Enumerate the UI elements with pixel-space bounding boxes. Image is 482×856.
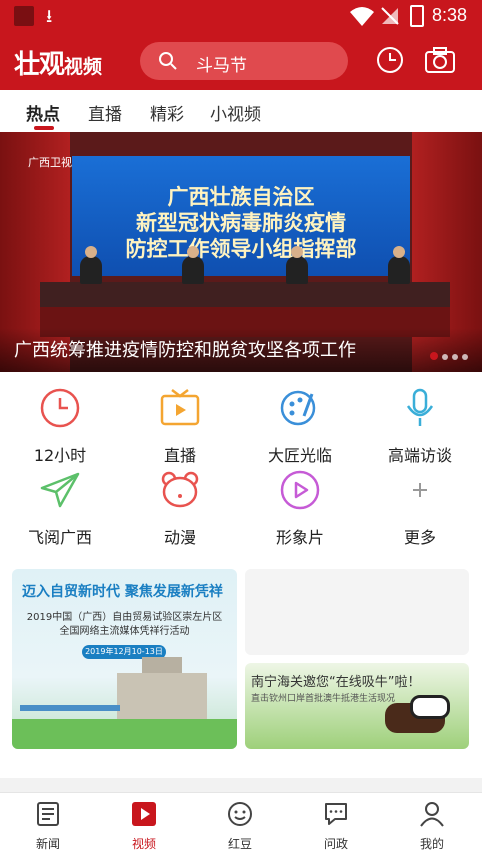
screen-line-3: 防控工作领导小组指挥部 xyxy=(125,237,357,261)
card-subline-2: 全国网络主流媒体凭祥行活动 xyxy=(59,626,190,637)
grid-item-master[interactable]: 大匠光临 xyxy=(240,386,360,466)
screen-line-2: 新型冠状病毒肺炎疫情 xyxy=(136,211,346,235)
cow-illustration xyxy=(410,695,450,719)
category-tabs: 热点 直播 精彩 小视频 xyxy=(0,90,482,132)
carousel-dots xyxy=(426,345,468,364)
nav-label: 红豆 xyxy=(227,837,252,851)
grid-item-more[interactable]: 更多 xyxy=(360,468,480,548)
tab-hot[interactable]: 热点 xyxy=(26,100,60,125)
grid-label: 动漫 xyxy=(163,528,196,547)
palette-icon xyxy=(280,390,316,426)
carousel-dot xyxy=(462,354,468,360)
promo-card-placeholder[interactable] xyxy=(245,569,469,655)
nav-news[interactable]: 新闻 xyxy=(18,801,78,852)
video-icon xyxy=(132,802,156,826)
grid-item-interviews[interactable]: 高端访谈 xyxy=(360,386,480,466)
official-figure xyxy=(286,246,308,284)
smile-icon xyxy=(228,802,252,826)
nav-profile[interactable]: 我的 xyxy=(402,801,462,852)
logo-main: 壮观 xyxy=(14,50,65,80)
bottom-navigation: 新闻 视频 红豆 问政 我的 xyxy=(0,792,482,856)
nav-video[interactable]: 视频 xyxy=(114,801,174,852)
profile-icon xyxy=(420,802,444,827)
grid-label: 大匠光临 xyxy=(267,446,332,465)
battery-icon xyxy=(410,5,424,27)
grid-label: 12小时 xyxy=(33,446,87,465)
bear-icon xyxy=(161,471,199,508)
tv-station-logo: 广西卫视 xyxy=(28,156,72,169)
carousel-dot xyxy=(442,354,448,360)
status-bar: ⭳ 8:38 xyxy=(0,0,482,34)
card-subline: 2019中国（广西）自由贸易试验区崇左片区 全国网络主流媒体凭祥行活动 xyxy=(12,611,237,639)
status-time: 8:38 xyxy=(432,5,468,25)
wifi-icon xyxy=(350,7,374,26)
promo-card-customs[interactable]: 南宁海关邀您“在线吸牛”啦！ 直击钦州口岸首批澳牛抵港生活现况 xyxy=(245,663,469,749)
official-figure xyxy=(388,246,410,284)
tab-live[interactable]: 直播 xyxy=(88,100,122,125)
promo-cards: 迈入自贸新时代 聚焦发展新凭祥 2019中国（广西）自由贸易试验区崇左片区 全国… xyxy=(0,555,482,775)
grid-label: 高端访谈 xyxy=(387,446,452,465)
tv-icon xyxy=(160,389,200,426)
section-divider xyxy=(0,778,482,792)
play-circle-icon xyxy=(280,470,320,510)
microphone-icon xyxy=(406,388,434,426)
grid-item-live[interactable]: 直播 xyxy=(120,386,240,466)
promo-card-free-trade[interactable]: 迈入自贸新时代 聚焦发展新凭祥 2019中国（广西）自由贸易试验区崇左片区 全国… xyxy=(12,569,237,749)
card-subline: 直击钦州口岸首批澳牛抵港生活现况 xyxy=(251,694,396,704)
card-subline-1: 2019中国（广西）自由贸易试验区崇左片区 xyxy=(26,612,223,623)
official-figure xyxy=(80,246,102,284)
grid-label: 更多 xyxy=(403,528,436,547)
search-bar[interactable]: 斗马节 xyxy=(140,42,348,80)
greenery xyxy=(12,719,237,749)
screen-line-1: 广西壮族自治区 xyxy=(167,185,315,209)
logo-sub: 视频 xyxy=(64,56,103,78)
signal-icon xyxy=(381,7,399,25)
tab-highlights[interactable]: 精彩 xyxy=(150,100,184,125)
history-clock-icon[interactable] xyxy=(376,46,404,74)
bridge-illustration xyxy=(20,705,120,711)
news-icon xyxy=(37,802,59,826)
nav-inquiry[interactable]: 问政 xyxy=(306,801,366,852)
grid-label: 形象片 xyxy=(275,528,324,547)
search-placeholder: 斗马节 xyxy=(196,56,247,76)
app-logo: 壮观视频 xyxy=(14,44,102,81)
notification-icon xyxy=(14,6,34,26)
building-illustration xyxy=(117,657,207,723)
clock-icon xyxy=(40,388,80,428)
camera-icon[interactable] xyxy=(424,46,456,74)
download-icon: ⭳ xyxy=(46,6,53,27)
app-bar: 壮观视频 斗马节 xyxy=(0,34,482,90)
nav-label: 视频 xyxy=(131,837,156,851)
banner-caption: 广西统筹推进疫情防控和脱贫攻坚各项工作 xyxy=(14,340,356,361)
grid-label: 直播 xyxy=(163,446,196,465)
featured-banner[interactable]: 广西卫视 广西壮族自治区 新型冠状病毒肺炎疫情 防控工作领导小组指挥部 广西统筹… xyxy=(0,132,482,372)
nav-label: 我的 xyxy=(419,837,444,851)
carousel-dot xyxy=(452,354,458,360)
nav-red-bean[interactable]: 红豆 xyxy=(210,801,270,852)
grid-item-anime[interactable]: 动漫 xyxy=(120,468,240,548)
paper-plane-icon xyxy=(40,472,80,508)
nav-label: 新闻 xyxy=(35,837,60,851)
card-headline: 南宁海关邀您“在线吸牛”啦！ xyxy=(251,675,421,690)
search-icon xyxy=(159,52,177,70)
active-tab-indicator xyxy=(34,126,54,130)
tab-short-video[interactable]: 小视频 xyxy=(210,100,261,125)
grid-label: 飞阅广西 xyxy=(27,528,92,547)
nav-label: 问政 xyxy=(323,837,348,851)
message-icon xyxy=(325,803,347,825)
banner-screen: 广西壮族自治区 新型冠状病毒肺炎疫情 防控工作领导小组指挥部 xyxy=(72,156,410,276)
official-figure xyxy=(182,246,204,284)
plus-icon xyxy=(413,483,427,497)
grid-item-image-film[interactable]: 形象片 xyxy=(240,468,360,548)
card-headline: 迈入自贸新时代 聚焦发展新凭祥 xyxy=(22,584,223,600)
grid-item-12-hours[interactable]: 12小时 xyxy=(0,386,120,466)
carousel-dot xyxy=(430,352,438,360)
shortcut-grid: 12小时 直播 大匠光临 高端访谈 飞阅广西 动漫 形象片 更多 xyxy=(0,372,482,552)
grid-item-fly-guangxi[interactable]: 飞阅广西 xyxy=(0,468,120,548)
